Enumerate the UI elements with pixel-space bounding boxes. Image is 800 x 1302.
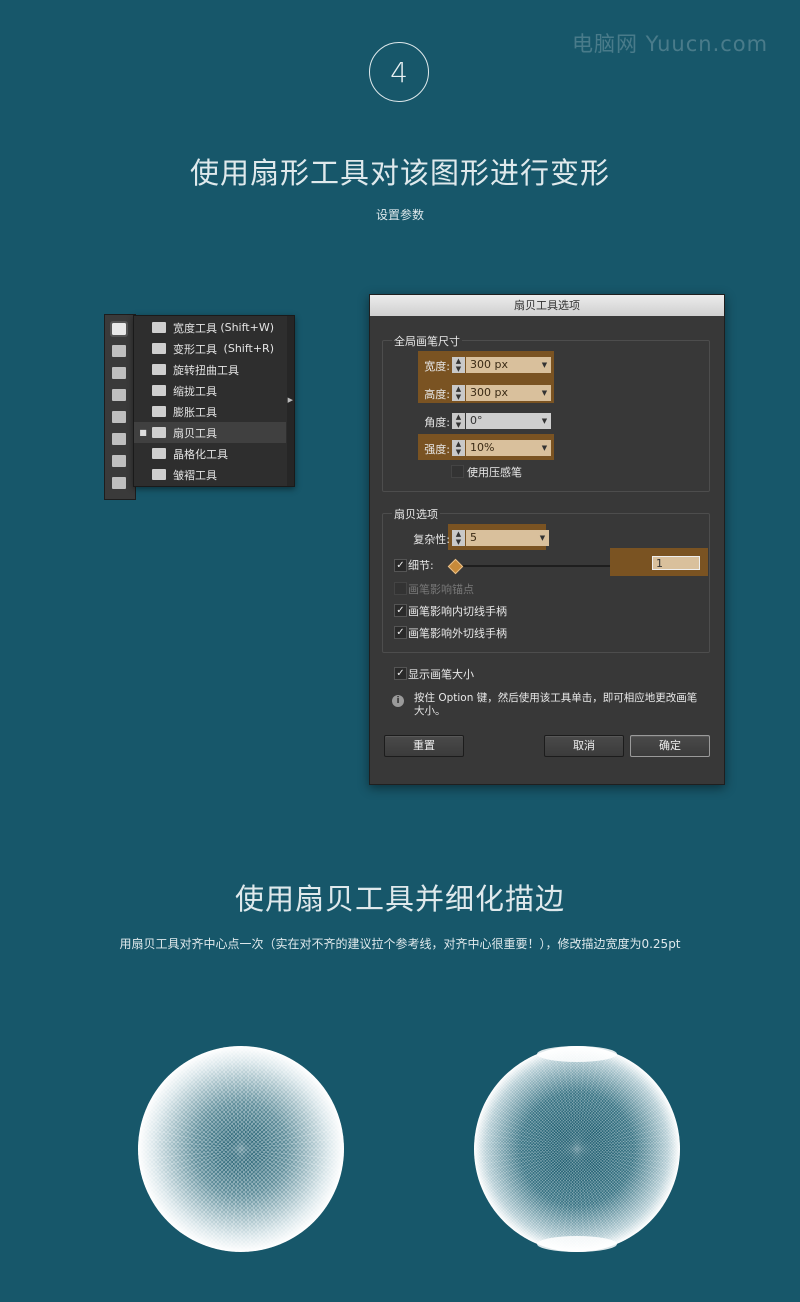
ok-button[interactable]: 确定 [630,735,710,757]
liquify-tools-flyout: 宽度工具 (Shift+W) 变形工具 (Shift+R) 旋转扭曲工具 缩拢工… [133,315,295,487]
intensity-field[interactable]: 10% [466,440,538,456]
pressure-pen-label: 使用压感笔 [467,466,522,479]
shape-builder-tool-button[interactable] [112,367,126,379]
gradient-tool-button[interactable] [112,433,126,445]
complexity-label: 复杂性: [413,533,450,546]
scallop-sphere-right [474,1046,680,1252]
complexity-spinner[interactable]: ▲ ▼ [452,530,465,546]
free-transform-tool-button[interactable] [112,345,126,357]
complexity-dropdown-icon[interactable]: ▼ [536,530,549,546]
flyout-item-label: 缩拢工具 [173,384,217,398]
flyout-item-crystallize-tool[interactable]: 晶格化工具 [134,443,286,464]
anchor-label: 画笔影响锚点 [408,583,474,596]
scallop-tool-button[interactable] [110,321,128,337]
in-tangent-label: 画笔影响内切线手柄 [408,605,507,618]
angle-label: 角度: [424,416,450,429]
height-field[interactable]: 300 px [466,385,538,401]
mesh-tool-button[interactable] [112,411,126,423]
watermark: 电脑网 Yuucn.com [572,32,769,56]
flyout-item-shortcut: (Shift+R) [223,342,274,355]
in-tangent-checkbox[interactable]: ✓ [394,604,407,617]
complexity-field[interactable]: 5 [466,530,536,546]
angle-spinner[interactable]: ▲ ▼ [452,413,465,429]
flyout-item-label: 宽度工具 [173,321,217,335]
section-subtitle: 设置参数 [375,208,424,222]
width-label: 宽度: [424,360,450,373]
flyout-item-label: 变形工具 [173,342,217,356]
flyout-item-scallop-tool[interactable]: ■ 扇贝工具 [134,422,286,443]
selected-bullet-icon: ■ [139,428,147,437]
scallop-sphere-left [138,1046,344,1252]
scallop-options-group-label: 扇贝选项 [392,506,440,522]
height-label: 高度: [424,388,450,401]
crystallize-tool-icon [152,448,166,459]
bloat-tool-icon [152,406,166,417]
flyout-item-width-tool[interactable]: 宽度工具 (Shift+W) [134,317,286,338]
width-field[interactable]: 300 px [466,357,538,373]
scallop-tool-icon [152,427,166,438]
warp-tool-icon [152,343,166,354]
flyout-item-warp-tool[interactable]: 变形工具 (Shift+R) [134,338,286,359]
show-brush-size-checkbox[interactable]: ✓ [394,667,407,680]
flyout-item-label: 扇贝工具 [173,426,217,440]
angle-dropdown-icon[interactable]: ▼ [538,413,551,429]
section2-title: 使用扇贝工具并细化描边 [234,882,565,916]
flyout-item-label: 膨胀工具 [173,405,217,419]
twirl-tool-icon [152,364,166,375]
tool-strip [104,314,136,500]
flyout-item-label: 旋转扭曲工具 [173,363,239,377]
intensity-label: 强度: [424,443,450,456]
out-tangent-label: 画笔影响外切线手柄 [408,627,507,640]
step-number: 4 [369,42,429,102]
out-tangent-checkbox[interactable]: ✓ [394,626,407,639]
pucker-tool-icon [152,385,166,396]
width-spinner[interactable]: ▲ ▼ [452,357,465,373]
eyedropper-tool-button[interactable] [112,455,126,467]
flyout-item-bloat-tool[interactable]: 膨胀工具 [134,401,286,422]
flyout-item-wrinkle-tool[interactable]: 皱褶工具 [134,464,286,485]
height-spinner[interactable]: ▲ ▼ [452,385,465,401]
section-title: 使用扇形工具对该图形进行变形 [189,156,610,190]
detail-label: 细节: [408,559,434,572]
section2-subtitle: 用扇贝工具对齐中心点一次（实在对不齐的建议拉个参考线，对齐中心很重要！），修改描… [119,937,681,951]
intensity-spinner[interactable]: ▲ ▼ [452,440,465,456]
flyout-tearoff-bar[interactable]: ▶ [287,316,294,486]
detail-checkbox[interactable]: ✓ [394,559,407,572]
flyout-item-label: 晶格化工具 [173,447,228,461]
width-tool-icon [152,322,166,333]
detail-field[interactable]: 1 [652,556,700,570]
flyout-item-shortcut: (Shift+W) [220,321,274,334]
wrinkle-tool-icon [152,469,166,480]
flyout-item-pucker-tool[interactable]: 缩拢工具 [134,380,286,401]
flyout-item-label: 皱褶工具 [173,468,217,482]
height-dropdown-icon[interactable]: ▼ [538,385,551,401]
reset-button[interactable]: 重置 [384,735,464,757]
blend-tool-button[interactable] [112,477,126,489]
scallop-tool-options-dialog: 扇贝工具选项 全局画笔尺寸 宽度: ▲ ▼ 300 px ▼ 高度: ▲ ▼ 300… [369,294,725,785]
info-icon: i [392,695,404,707]
global-brush-group-label: 全局画笔尺寸 [392,333,462,349]
angle-field[interactable]: 0° [466,413,538,429]
width-dropdown-icon[interactable]: ▼ [538,357,551,373]
info-text: 按住 Option 键，然后使用该工具单击，即可相应地更改画笔大小。 [414,692,698,717]
intensity-dropdown-icon[interactable]: ▼ [538,440,551,456]
anchor-checkbox [394,582,407,595]
cancel-button[interactable]: 取消 [544,735,624,757]
tearoff-arrow-icon: ▶ [287,396,293,404]
pressure-pen-checkbox[interactable] [451,465,464,478]
show-brush-size-label: 显示画笔大小 [408,668,474,681]
graph-tool-button[interactable] [112,389,126,401]
flyout-item-twirl-tool[interactable]: 旋转扭曲工具 [134,359,286,380]
dialog-title: 扇贝工具选项 [370,295,724,316]
